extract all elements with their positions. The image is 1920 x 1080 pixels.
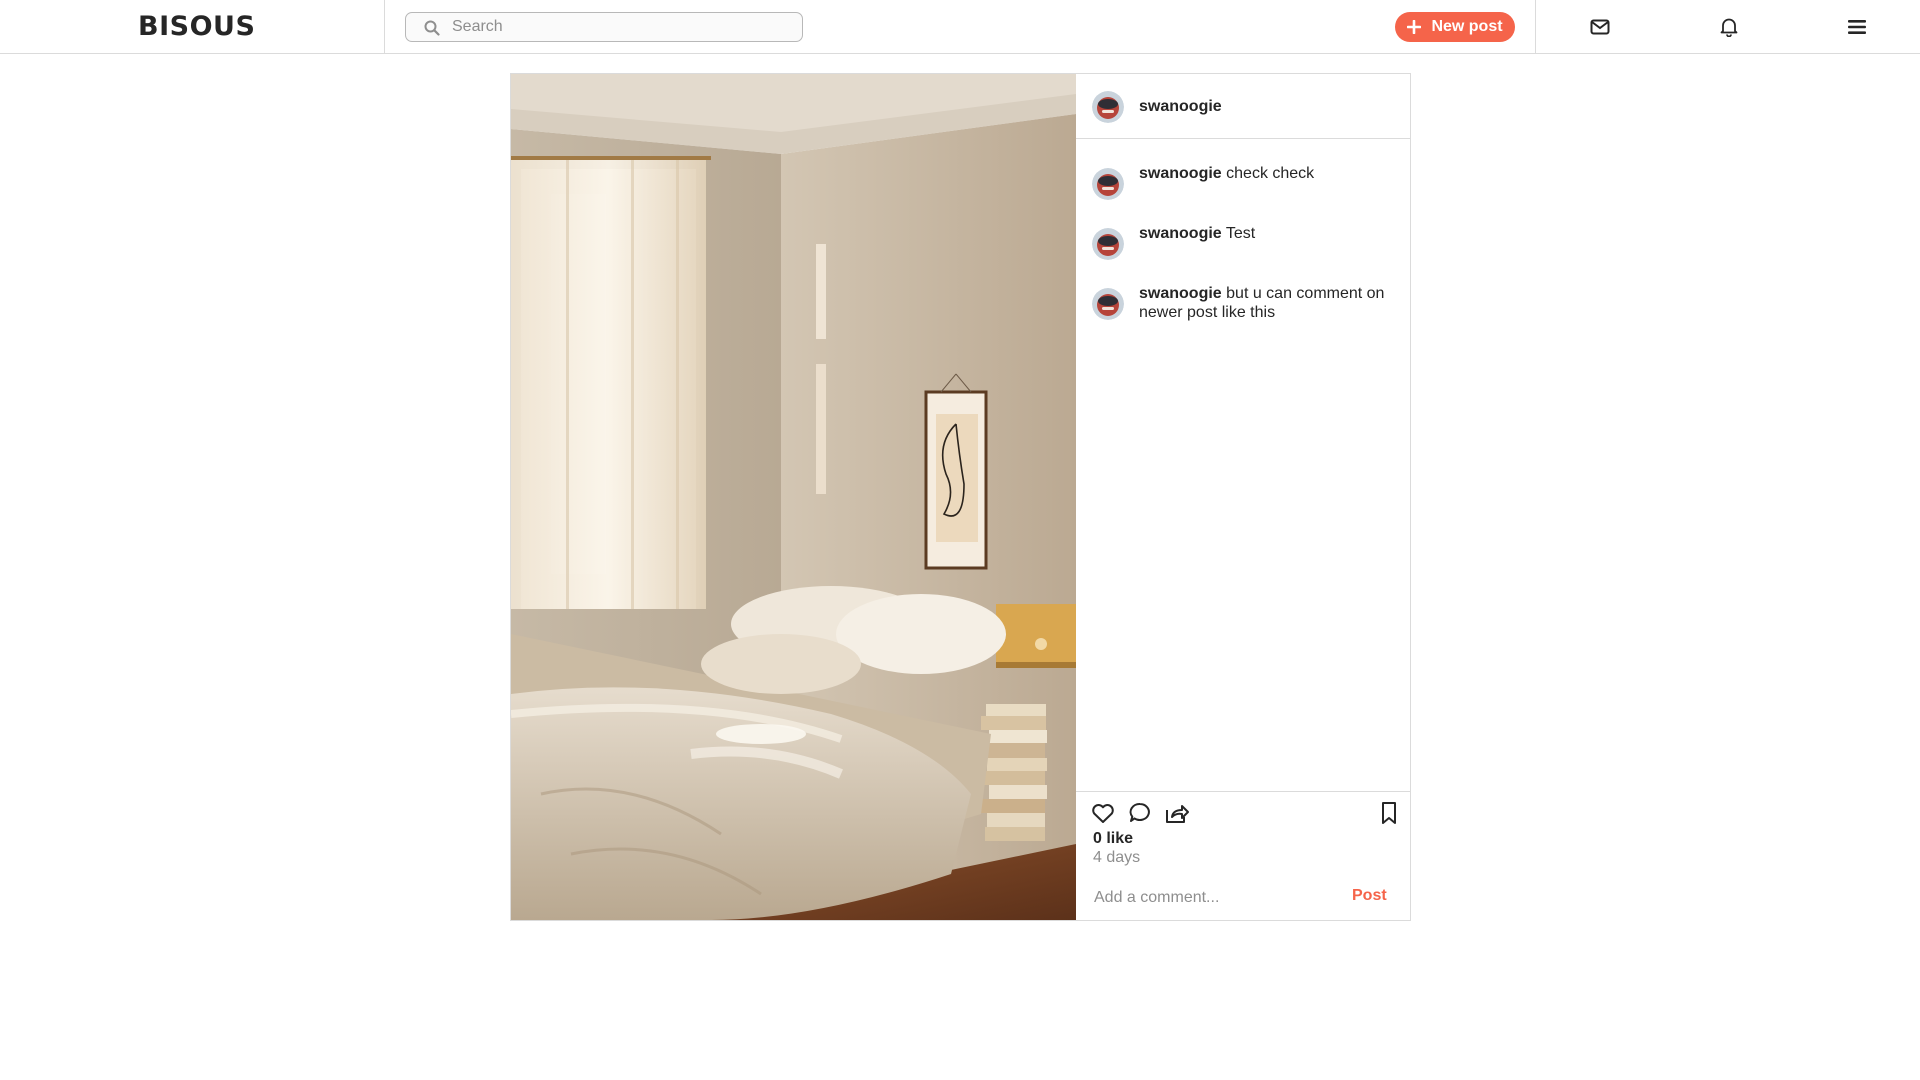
bell-icon[interactable] (1717, 15, 1741, 39)
mail-icon[interactable] (1588, 15, 1612, 39)
post-comment-button[interactable]: Post (1352, 887, 1387, 905)
avatar[interactable] (1092, 228, 1124, 260)
share-icon[interactable] (1164, 800, 1190, 826)
search-bar[interactable] (405, 12, 803, 42)
avatar[interactable] (1092, 91, 1124, 123)
avatar[interactable] (1092, 168, 1124, 200)
post-age: 4 days (1093, 849, 1141, 866)
comment-username[interactable]: swanoogie (1139, 165, 1222, 182)
header-divider (384, 0, 385, 54)
add-comment-input[interactable] (1094, 887, 1334, 909)
avatar[interactable] (1092, 288, 1124, 320)
new-post-button[interactable]: New post (1395, 12, 1515, 42)
heart-icon[interactable] (1090, 800, 1116, 826)
header-divider (1535, 0, 1536, 54)
comment-icon[interactable] (1127, 800, 1153, 826)
comment-text: swanoogie Test (1139, 224, 1391, 243)
comment-username[interactable]: swanoogie (1139, 285, 1222, 302)
post-side-panel: swanoogie swanoogie check check swanoogi… (1076, 74, 1410, 920)
comment-text: swanoogie but u can comment on newer pos… (1139, 284, 1391, 322)
bookmark-icon[interactable] (1376, 800, 1402, 826)
new-post-label: New post (1431, 18, 1503, 35)
post-image[interactable] (511, 74, 1076, 920)
top-navbar: BISOUS New post (0, 0, 1920, 54)
post-card: swanoogie swanoogie check check swanoogi… (510, 73, 1411, 921)
plus-icon (1407, 20, 1422, 34)
search-input[interactable] (452, 17, 782, 37)
post-actions: 0 like 4 days Post (1076, 791, 1410, 920)
comment-text: swanoogie check check (1139, 164, 1391, 183)
comment-body: check check (1226, 165, 1315, 182)
comment-body: Test (1225, 225, 1256, 242)
search-icon (424, 20, 440, 36)
post-author-name[interactable]: swanoogie (1139, 98, 1222, 116)
menu-icon[interactable] (1845, 15, 1869, 39)
app-logo[interactable]: BISOUS (138, 11, 255, 42)
comment-username[interactable]: swanoogie (1139, 225, 1222, 242)
like-count[interactable]: 0 like (1093, 830, 1133, 848)
post-author-header: swanoogie (1076, 74, 1410, 139)
